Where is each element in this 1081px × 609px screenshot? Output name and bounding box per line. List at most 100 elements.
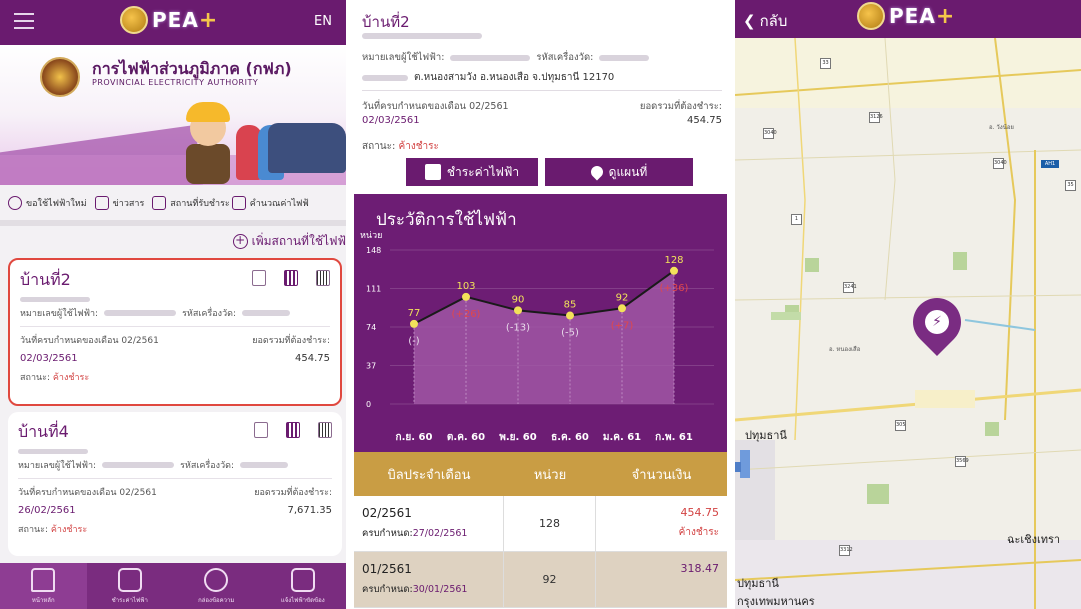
status-badge: ค้างชำระ [52,373,90,383]
qr-code-icon[interactable] [284,270,298,286]
map-label: ปทุมธานี [745,429,787,442]
data-point [514,306,522,315]
nav-pay[interactable]: ชำระค่าไฟฟ้า [87,563,174,609]
bottom-nav: หน้าหลัก ชำระค่าไฟฟ้า กล่องข้อความ แจ้งไ… [0,563,346,609]
usage-chart: ประวัติการใช้ไฟฟ้า หน่วย 0 37 74 111 148 77 (-)… [354,194,727,452]
meter-label: หมายเลขผู้ใช้ไฟฟ้า: [20,309,99,319]
road-shield: 3569 [955,456,969,467]
masked-value [104,310,177,316]
road-shield: 33 [820,58,831,69]
car-illustration [268,123,346,173]
message-icon [204,567,229,592]
nav-inbox[interactable]: กล่องข้อความ [173,563,260,609]
due-label: ครบกำหนด: [362,584,413,595]
y-axis-label: หน่วย [360,231,382,241]
y-tick-label: 148 [366,246,381,255]
y-tick-label: 0 [366,400,371,409]
road-shield: 35 [1065,180,1076,191]
lightning-icon [290,567,315,592]
menu-new-service[interactable]: ขอใช้ไฟฟ้าใหม่ [8,196,87,210]
road-shield: 305 [895,420,906,431]
pdf-icon[interactable] [254,422,268,438]
road-shield: 3040 [763,128,777,139]
map-screen: 33 3126 3040 3040 1 3241 305 3569 3312 A… [735,0,1081,609]
data-point [566,311,574,320]
add-place-button[interactable]: + เพิ่มสถานที่ใช้ไฟฟ้ [232,232,346,251]
menu-icon[interactable] [14,13,34,29]
pea-seal-icon [40,57,80,97]
status-label: สถานะ: [18,525,49,535]
view-map-button[interactable]: ดูแผนที่ [545,158,693,186]
due-label: ครบกำหนด: [362,528,413,539]
units: 92 [504,552,596,607]
map-pin-icon [588,163,606,181]
table-row[interactable]: 02/2561 ครบกำหนด:27/02/2561 128 454.75 ค… [354,496,727,552]
diff-label: (+36) [660,283,689,294]
account-card[interactable]: บ้านที่4 หมายเลขผู้ใช้ไฟฟ้า: รหัสเครื่อง… [8,412,342,556]
map-label: อ. หนองเสือ [829,346,861,353]
home-screen: PEA + EN การไฟฟ้าส่วนภูมิภาค (กฟภ) PROVIN… [0,0,346,609]
due-label: วันที่ครบกำหนดของเดือน 02/2561 [362,101,509,112]
due-date: 26/02/2561 [18,505,76,516]
bill-table-header: บิลประจำเดือน หน่วย จำนวนเงิน [354,452,727,496]
barcode-icon[interactable] [318,422,332,438]
masked-value [102,462,175,468]
status-badge: ค้างชำระ [50,525,88,535]
masked-value [599,54,650,61]
calculator-icon [231,196,246,210]
map-label: กรุงเทพมหานคร [737,595,815,608]
barcode-icon[interactable] [316,270,330,286]
nav-report-outage[interactable]: แจ้งไฟฟ้าขัดข้อง [260,563,347,609]
wallet-icon [424,164,441,180]
menu-calculator[interactable]: คำนวณค่าไฟฟ้ [231,196,309,210]
masked-name [20,297,90,302]
map-label: ฉะเชิงเทรา [1007,533,1061,546]
masked-value [242,310,290,316]
col-bill: บิลประจำเดือน [387,467,471,483]
pdf-icon[interactable] [252,270,266,286]
map-header: ❮ กลับ PEA + [735,0,1081,38]
usage-area [414,270,674,404]
x-tick-label: ธ.ค. 60 [551,432,589,443]
wallet-icon [117,567,142,592]
menu-pay-locations[interactable]: สถานที่รับชำระ [152,196,230,210]
status-label: สถานะ: [362,141,396,152]
meter-no-label: รหัสเครื่องวัด: [536,52,594,63]
quick-menu: ขอใช้ไฟฟ้าใหม่ ข่าวสาร สถานที่รับชำระ คำ… [0,190,346,216]
road-shield: 3126 [869,112,883,123]
chevron-left-icon: ❮ [743,12,756,30]
home-icon [31,567,56,592]
due-label: วันที่ครบกำหนดของเดือน 02/2561 [20,336,159,346]
data-point [670,266,678,275]
pay-bill-button[interactable]: ชำระค่าไฟฟ้า [406,158,538,186]
diff-label: (+7) [611,320,634,331]
news-icon [94,196,109,210]
due-date: 30/01/2561 [412,584,468,595]
road-shield: 3040 [993,158,1007,169]
bill-month: 02/2561 [362,506,412,520]
nav-home[interactable]: หน้าหลัก [0,563,87,609]
back-button[interactable]: ❮ กลับ [743,9,787,33]
hero-banner: การไฟฟ้าส่วนภูมิภาค (กฟภ) PROVINCIAL ELE… [0,45,346,185]
masked-value [362,74,408,81]
bill-month: 01/2561 [362,562,412,576]
language-toggle[interactable]: EN [314,14,332,29]
table-row[interactable]: 01/2561 ครบกำหนด:30/01/2561 92 318.47 [354,552,727,608]
due-date: 27/02/2561 [412,528,468,539]
qr-code-icon[interactable] [286,422,300,438]
data-label: 92 [616,292,629,303]
address: ต.หนองสามวัง อ.หนองเสือ จ.ปทุมธานี 12170 [414,72,615,83]
diff-label: (-13) [506,322,530,333]
y-tick-label: 111 [366,285,381,294]
col-units: หน่วย [533,467,567,483]
meter-label: หมายเลขผู้ใช้ไฟฟ้า: [18,461,97,471]
data-label: 103 [456,281,475,292]
menu-news[interactable]: ข่าวสาร [94,196,144,210]
account-card[interactable]: บ้านที่2 หมายเลขผู้ใช้ไฟฟ้า: รหัสเครื่อง… [8,258,342,406]
total-label: ยอดรวมที่ต้องชำระ: [639,101,722,112]
account-detail-screen: บ้านที่2 หมายเลขผู้ใช้ไฟฟ้า: รหัสเครื่อง… [354,0,727,609]
amount: 318.47 [680,562,720,575]
account-title: บ้านที่2 [362,13,410,31]
diff-label: (-5) [561,328,579,339]
map-canvas[interactable] [735,0,1081,609]
